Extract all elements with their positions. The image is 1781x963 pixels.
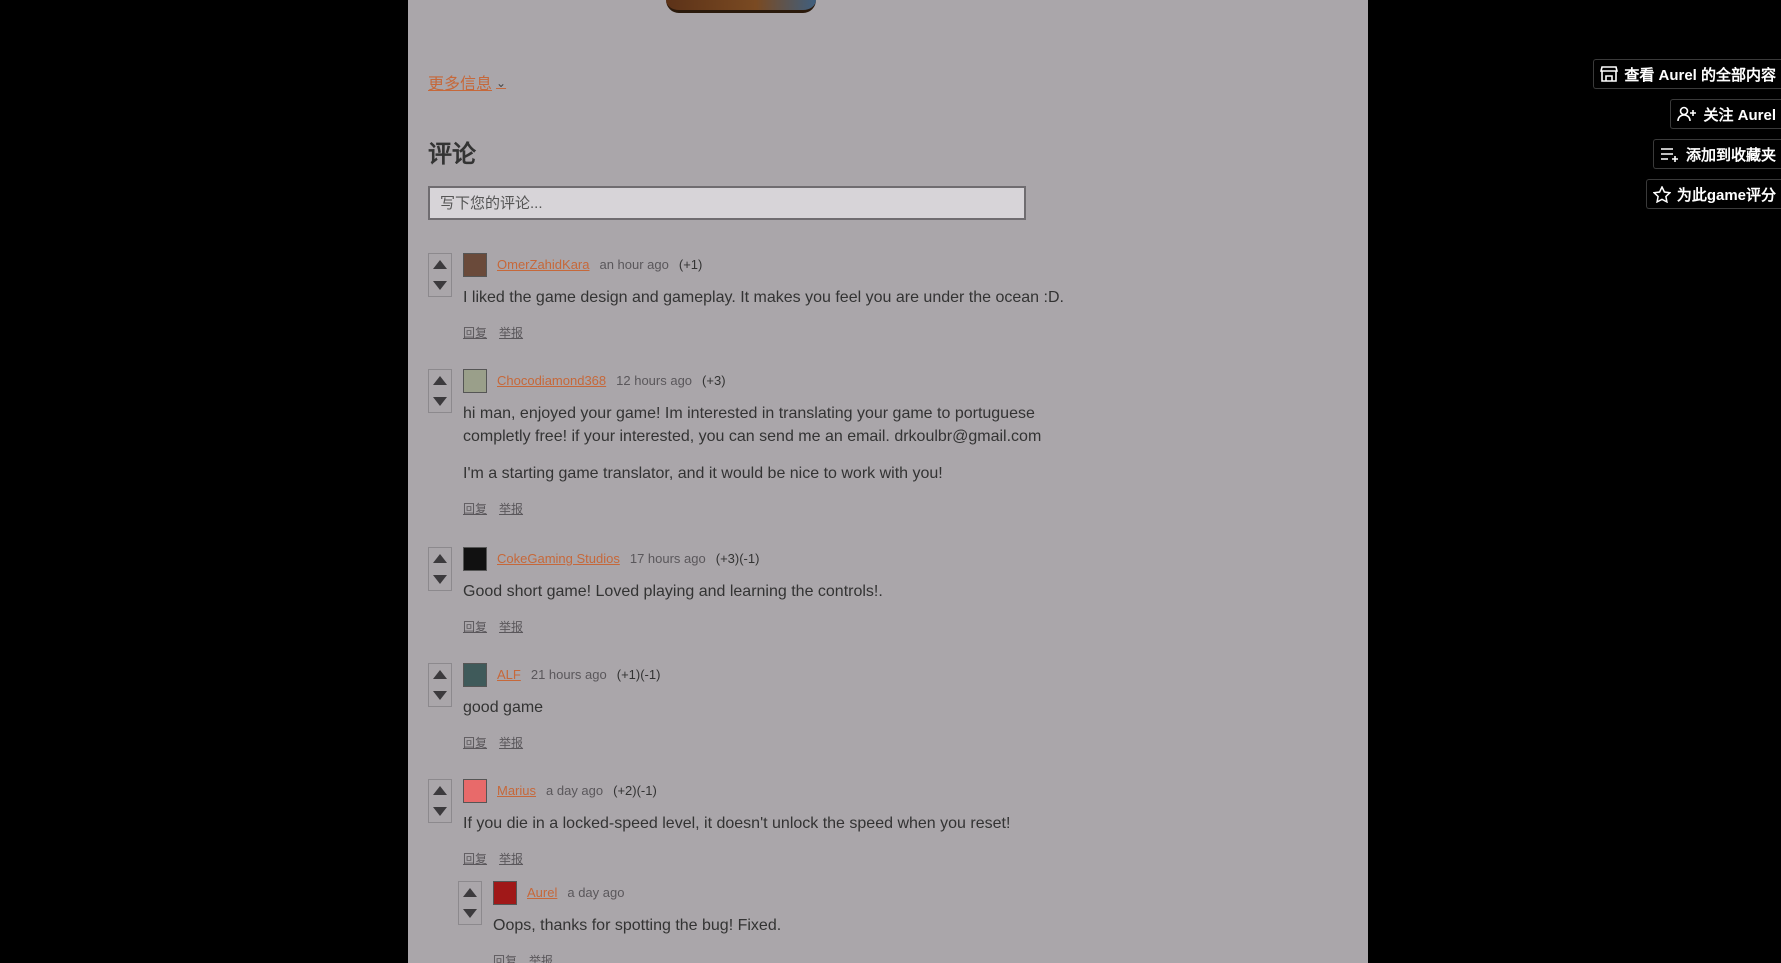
comment-votes: (+1) [678,257,703,272]
comment-actions: 回复 举报 [463,500,523,517]
follow-label[interactable]: 关注 Aurel [1703,104,1776,125]
upvote-icon[interactable] [433,376,447,385]
downvote-icon[interactable] [433,691,447,700]
comment-time: a day ago [546,783,604,798]
comment-text: I liked the game design and gameplay. It… [463,289,1064,306]
comment-time: 17 hours ago [629,551,706,566]
reply-link[interactable]: 回复 [463,734,487,751]
comment-time: an hour ago [599,257,669,272]
star-icon [1652,185,1671,203]
vote-controls [428,253,452,297]
report-link[interactable]: 举报 [499,734,523,751]
vote-controls [428,779,452,823]
comments-heading: 评论 [428,141,476,168]
upvote-icon[interactable] [433,260,447,269]
more-info-toggle[interactable]: 更多信息 ⌄ [428,70,506,94]
upvote-icon[interactable] [433,670,447,679]
vote-controls [428,663,452,707]
add-collection-button[interactable]: 添加到收藏夹 [1652,139,1781,169]
downvote-icon[interactable] [433,281,447,290]
comment-text: Good short game! Loved playing and learn… [463,583,883,600]
avatar[interactable] [463,663,487,687]
comment-text: good game [463,699,544,716]
store-icon [1600,66,1619,82]
avatar[interactable] [463,779,487,803]
comment-text: I'm a starting game translator, and it w… [463,465,943,482]
comment-votes: (+2)(-1) [613,783,657,798]
vote-controls [428,547,452,591]
comment-author[interactable]: Marius [497,783,536,798]
report-link[interactable]: 举报 [499,500,523,517]
upvote-icon[interactable] [463,888,477,897]
comment-author[interactable]: OmerZahidKara [497,257,589,272]
comment-votes: (+1)(-1) [616,667,661,682]
reply-link[interactable]: 回复 [463,850,487,867]
comment-author[interactable]: ALF [497,667,521,682]
downvote-icon[interactable] [433,397,447,406]
chevron-down-icon: ⌄ [496,76,507,90]
comment-text: Oops, thanks for spotting the bug! Fixed… [493,917,782,934]
follow-button[interactable]: 关注 Aurel [1670,99,1781,129]
comment-body: good game [463,696,1083,733]
comment-body: I liked the game design and gameplay. It… [463,286,1083,323]
comment-text: If you die in a locked-speed level, it d… [463,815,1011,832]
downvote-icon[interactable] [433,575,447,584]
comment-time: 12 hours ago [616,373,693,388]
downvote-icon[interactable] [433,807,447,816]
avatar[interactable] [463,253,487,277]
comment-text: hi man, enjoyed your game! Im interested… [463,405,1042,445]
playlist-add-icon [1660,148,1678,162]
upvote-icon[interactable] [433,554,447,563]
comment-time: 21 hours ago [530,667,607,682]
user-plus-icon [1677,106,1697,122]
comment-actions: 回复 举报 [463,734,523,751]
comment-time: a day ago [567,885,625,900]
comment-actions: 回复 举报 [463,324,523,341]
comment-votes: (+3)(-1) [715,551,760,566]
view-all-label[interactable]: 查看 Aurel 的全部内容 [1624,64,1776,85]
reply-link[interactable]: 回复 [463,500,487,517]
comment-author[interactable]: CokeGaming Studios [497,551,620,566]
downvote-icon[interactable] [463,909,477,918]
rate-button[interactable]: 为此game评分 [1645,179,1781,209]
report-link[interactable]: 举报 [499,850,523,867]
upvote-icon[interactable] [433,786,447,795]
comment-votes: (+3) [702,373,726,388]
comment-input[interactable] [428,186,1026,220]
avatar[interactable] [463,369,487,393]
game-screenshot [666,0,816,13]
game-page: 更多信息 ⌄ 评论 OmerZahidKara an hour ago (+1)… [408,0,1368,963]
reply-link[interactable]: 回复 [493,952,517,963]
comment-body: Good short game! Loved playing and learn… [463,580,1083,617]
comment-body: If you die in a locked-speed level, it d… [463,812,1083,849]
comment-actions: 回复 举报 [463,850,523,867]
comment-actions: 回复 举报 [463,618,523,635]
avatar[interactable] [463,547,487,571]
report-link[interactable]: 举报 [529,952,553,963]
vote-controls [458,881,482,925]
comment-actions: 回复 举报 [493,952,553,963]
report-link[interactable]: 举报 [499,618,523,635]
comment-body: Oops, thanks for spotting the bug! Fixed… [493,914,1113,951]
more-info-label[interactable]: 更多信息 [428,70,492,94]
comment-author[interactable]: Chocodiamond368 [497,373,606,388]
reply-link[interactable]: 回复 [463,618,487,635]
reply-link[interactable]: 回复 [463,324,487,341]
comment-body: hi man, enjoyed your game! Im interested… [463,402,1083,499]
avatar[interactable] [493,881,517,905]
view-all-button[interactable]: 查看 Aurel 的全部内容 [1593,59,1781,89]
rate-label[interactable]: 为此game评分 [1677,184,1776,205]
vote-controls [428,369,452,413]
comment-author[interactable]: Aurel [527,885,557,900]
report-link[interactable]: 举报 [499,324,523,341]
add-collection-label[interactable]: 添加到收藏夹 [1686,144,1776,165]
